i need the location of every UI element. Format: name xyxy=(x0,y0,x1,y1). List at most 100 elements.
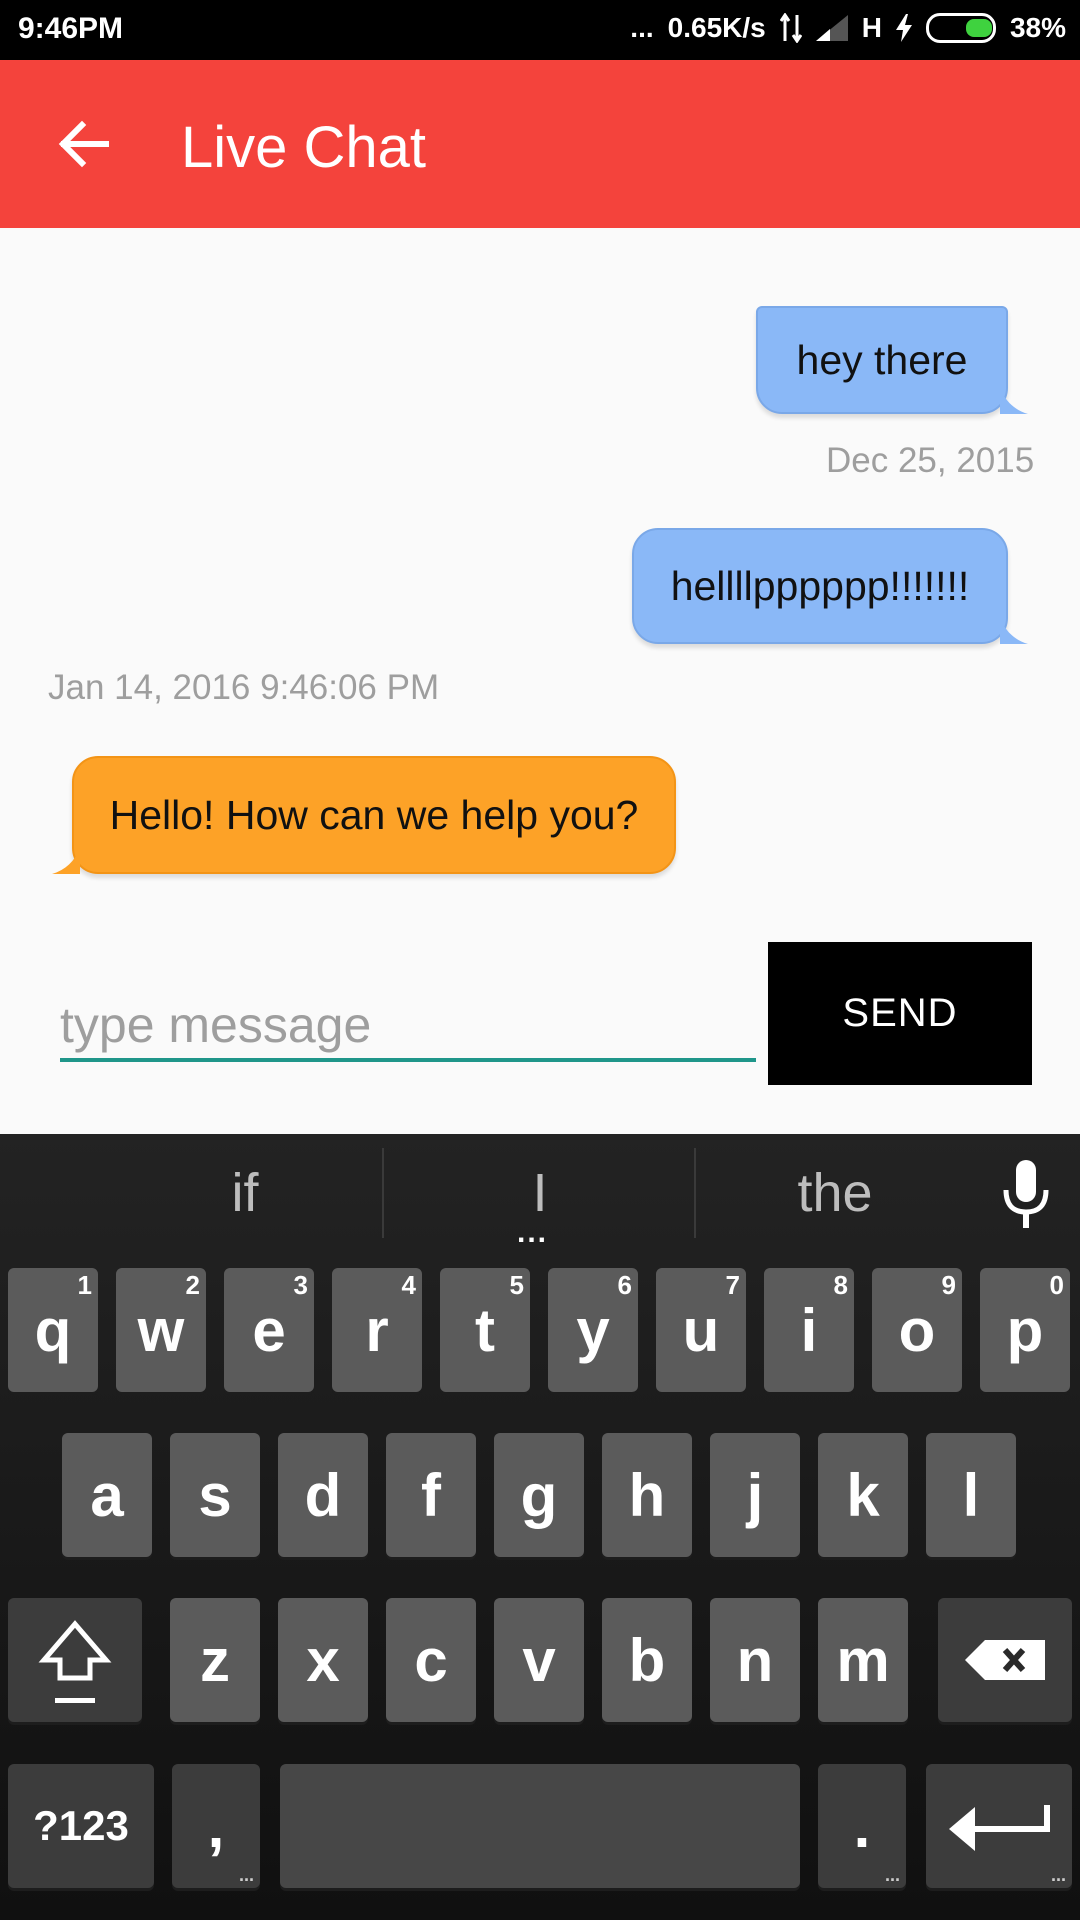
key-e[interactable]: e3 xyxy=(224,1268,314,1392)
key-letter: u xyxy=(682,1296,720,1364)
key-letter: e xyxy=(252,1296,286,1364)
key-m[interactable]: m xyxy=(818,1598,908,1722)
network-speed: 0.65K/s xyxy=(667,12,766,43)
bubble-tail xyxy=(1000,618,1028,644)
key-letter: h xyxy=(628,1461,666,1529)
status-bar: 9:46PM ... 0.65K/s H 38% xyxy=(0,0,1080,60)
key-l[interactable]: l xyxy=(926,1433,1016,1557)
key-number: 7 xyxy=(725,1270,740,1300)
key-number: 1 xyxy=(77,1270,92,1300)
message-timestamp: Jan 14, 2016 9:46:06 PM xyxy=(48,668,440,707)
key-a[interactable]: a xyxy=(62,1433,152,1557)
outgoing-message: hey there xyxy=(756,306,1008,414)
key-n[interactable]: n xyxy=(710,1598,800,1722)
message-text: Hello! How can we help you? xyxy=(109,791,639,838)
key-number: 0 xyxy=(1049,1270,1064,1300)
key-d[interactable]: d xyxy=(278,1433,368,1557)
battery-icon xyxy=(925,13,996,43)
symbols-key[interactable]: ?123 xyxy=(8,1764,154,1888)
key-letter: p xyxy=(1006,1296,1044,1364)
key-letter: z xyxy=(200,1626,230,1694)
message-timestamp: Dec 25, 2015 xyxy=(826,441,1035,480)
key-letter: d xyxy=(304,1461,342,1529)
key-r[interactable]: r4 xyxy=(332,1268,422,1392)
period-key[interactable]: . ... xyxy=(818,1764,906,1888)
key-letter: x xyxy=(306,1626,340,1694)
key-letter: f xyxy=(421,1461,441,1529)
key-g[interactable]: g xyxy=(494,1433,584,1557)
key-o[interactable]: o9 xyxy=(872,1268,962,1392)
period-label: . xyxy=(853,1792,871,1860)
suggestion-if[interactable]: if xyxy=(150,1162,340,1224)
charging-icon xyxy=(895,14,912,42)
comma-label: , xyxy=(207,1792,225,1860)
bubble-tail xyxy=(1000,388,1028,414)
key-z[interactable]: z xyxy=(170,1598,260,1722)
key-p[interactable]: p0 xyxy=(980,1268,1070,1392)
key-number: 8 xyxy=(833,1270,848,1300)
message-input[interactable] xyxy=(60,985,756,1065)
back-arrow-icon[interactable] xyxy=(56,116,112,172)
enter-icon xyxy=(949,1805,1050,1851)
key-number: 3 xyxy=(293,1270,308,1300)
message-text: hellllpppppp!!!!!!! xyxy=(670,562,970,609)
suggestion-the[interactable]: the xyxy=(730,1162,940,1224)
comma-key[interactable]: , ... xyxy=(172,1764,260,1888)
key-i[interactable]: i8 xyxy=(764,1268,854,1392)
battery-percent: 38% xyxy=(1009,12,1066,43)
key-letter: v xyxy=(522,1626,556,1694)
suggestion-i[interactable]: I xyxy=(440,1162,640,1224)
key-q[interactable]: q1 xyxy=(8,1268,98,1392)
key-letter: i xyxy=(800,1296,818,1364)
page-title: Live Chat xyxy=(181,115,427,180)
key-k[interactable]: k xyxy=(818,1433,908,1557)
key-x[interactable]: x xyxy=(278,1598,368,1722)
key-t[interactable]: t5 xyxy=(440,1268,530,1392)
key-letter: k xyxy=(846,1461,880,1529)
incoming-message: Hello! How can we help you? xyxy=(72,756,676,874)
key-letter: a xyxy=(90,1461,124,1529)
key-number: 6 xyxy=(617,1270,632,1300)
symbols-label: ?123 xyxy=(33,1802,129,1849)
mic-icon[interactable] xyxy=(1000,1160,1052,1232)
key-number: 4 xyxy=(401,1270,416,1300)
enter-key[interactable]: ... xyxy=(926,1764,1072,1888)
key-s[interactable]: s xyxy=(170,1433,260,1557)
key-w[interactable]: w2 xyxy=(116,1268,206,1392)
key-letter: g xyxy=(520,1461,558,1529)
key-letter: o xyxy=(898,1296,936,1364)
key-letter: n xyxy=(736,1626,774,1694)
backspace-icon xyxy=(965,1640,1045,1680)
key-letter: j xyxy=(746,1461,764,1529)
key-letter: t xyxy=(475,1296,495,1364)
key-more: ... xyxy=(238,1865,254,1885)
network-type: H xyxy=(861,12,882,43)
shift-icon xyxy=(38,1620,112,1703)
key-j[interactable]: j xyxy=(710,1433,800,1557)
suggestion-bar: if I ... the xyxy=(0,1134,1080,1249)
backspace-key[interactable] xyxy=(938,1598,1072,1722)
key-v[interactable]: v xyxy=(494,1598,584,1722)
key-u[interactable]: u7 xyxy=(656,1268,746,1392)
input-underline xyxy=(60,1058,756,1062)
key-c[interactable]: c xyxy=(386,1598,476,1722)
send-button[interactable]: SEND xyxy=(768,942,1032,1085)
key-h[interactable]: h xyxy=(602,1433,692,1557)
key-letter: r xyxy=(365,1296,389,1364)
key-b[interactable]: b xyxy=(602,1598,692,1722)
key-letter: w xyxy=(137,1296,185,1364)
signal-icon xyxy=(815,15,848,41)
suggestion-more: ... xyxy=(517,1216,549,1249)
outgoing-message: hellllpppppp!!!!!!! xyxy=(632,528,1008,644)
key-letter: m xyxy=(836,1626,890,1694)
space-key[interactable] xyxy=(280,1764,800,1888)
key-f[interactable]: f xyxy=(386,1433,476,1557)
status-indicators: ... 0.65K/s H 38% xyxy=(630,12,1066,44)
key-y[interactable]: y6 xyxy=(548,1268,638,1392)
key-letter: b xyxy=(628,1626,666,1694)
message-text: hey there xyxy=(796,336,968,383)
shift-key[interactable] xyxy=(8,1598,142,1722)
key-letter: y xyxy=(576,1296,610,1364)
key-letter: q xyxy=(34,1296,72,1364)
key-more: ... xyxy=(1050,1865,1066,1885)
